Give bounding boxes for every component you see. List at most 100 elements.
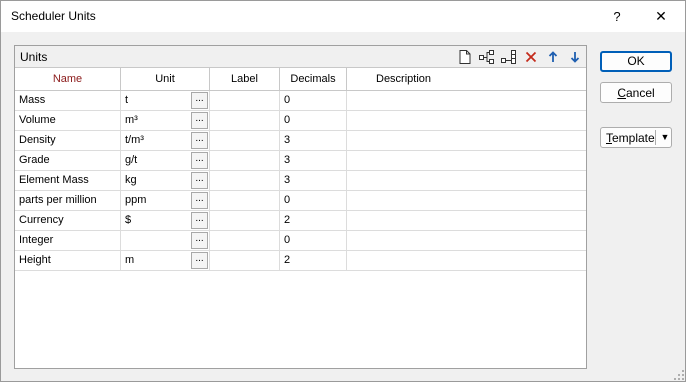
cell-description[interactable] xyxy=(347,151,586,171)
cell-decimals-text: 0 xyxy=(284,194,291,206)
table-row[interactable]: parts per million ppm 0... xyxy=(15,191,586,211)
cell-label[interactable] xyxy=(210,131,280,151)
cell-name-text: Integer xyxy=(19,234,54,246)
panel-title: Units xyxy=(20,50,48,64)
unit-browse-button[interactable]: ... xyxy=(191,192,208,209)
cell-unit-text: m³ xyxy=(125,114,138,126)
column-header-unit[interactable]: Unit xyxy=(121,68,210,91)
table-row[interactable]: Element Mass kg 3... xyxy=(15,171,586,191)
ok-button[interactable]: OK xyxy=(600,51,672,72)
table-row[interactable]: Grade g/t 3... xyxy=(15,151,586,171)
cell-description[interactable] xyxy=(347,111,586,131)
cell-description[interactable] xyxy=(347,211,586,231)
table-row[interactable]: Density t/m³ 3... xyxy=(15,131,586,151)
new-document-icon[interactable] xyxy=(456,48,474,66)
cell-decimals[interactable]: 3 xyxy=(280,171,347,191)
cell-label[interactable] xyxy=(210,111,280,131)
cell-unit-text: ppm xyxy=(125,194,147,206)
cell-decimals-text: 0 xyxy=(284,94,291,106)
table-row[interactable]: Mass t 0... xyxy=(15,91,586,111)
cell-decimals[interactable]: 0 xyxy=(280,191,347,211)
units-panel-header: Units xyxy=(15,46,586,68)
cell-decimals[interactable]: 0 xyxy=(280,91,347,111)
cell-decimals[interactable]: 2 xyxy=(280,211,347,231)
cell-name[interactable]: Element Mass xyxy=(15,171,121,191)
cell-name-text: Mass xyxy=(19,94,46,106)
unit-browse-button[interactable]: ... xyxy=(191,92,208,109)
unit-browse-button[interactable]: ... xyxy=(191,152,208,169)
cell-decimals-text: 3 xyxy=(284,174,291,186)
template-dropdown-icon[interactable]: ▼ xyxy=(659,127,671,148)
cell-decimals[interactable]: 3 xyxy=(280,151,347,171)
table-row[interactable]: Currency $2... xyxy=(15,211,586,231)
table-row[interactable]: Volume m³ 0... xyxy=(15,111,586,131)
template-split-divider xyxy=(655,130,656,145)
unit-browse-button[interactable]: ... xyxy=(191,112,208,129)
cell-name-text: parts per million xyxy=(19,194,97,206)
insert-row-icon[interactable] xyxy=(478,48,496,66)
cell-unit-text: $ xyxy=(125,214,132,226)
cell-name[interactable]: Density xyxy=(15,131,121,151)
close-button[interactable]: ✕ xyxy=(639,1,683,32)
move-down-icon[interactable] xyxy=(566,48,584,66)
cell-name-text: Grade xyxy=(19,154,50,166)
cell-description[interactable] xyxy=(347,91,586,111)
cell-name[interactable]: Volume xyxy=(15,111,121,131)
column-header-decimals[interactable]: Decimals xyxy=(280,68,347,91)
cell-unit-text: kg xyxy=(125,174,137,186)
cell-label[interactable] xyxy=(210,191,280,211)
cell-name[interactable]: Mass xyxy=(15,91,121,111)
column-header-name[interactable]: Name xyxy=(15,68,121,91)
unit-browse-button[interactable]: ... xyxy=(191,132,208,149)
cell-label[interactable] xyxy=(210,251,280,271)
column-header-label[interactable]: Label xyxy=(210,68,280,91)
cell-name-text: Volume xyxy=(19,114,56,126)
move-up-icon[interactable] xyxy=(544,48,562,66)
unit-browse-button[interactable]: ... xyxy=(191,232,208,249)
cell-decimals-text: 2 xyxy=(284,254,291,266)
cell-decimals[interactable]: 0 xyxy=(280,111,347,131)
delete-icon[interactable] xyxy=(522,48,540,66)
cell-decimals-text: 3 xyxy=(284,154,291,166)
cell-unit-text: t xyxy=(125,94,129,106)
cell-name-text: Height xyxy=(19,254,51,266)
cell-name[interactable]: Integer xyxy=(15,231,121,251)
cell-decimals-text: 3 xyxy=(284,134,291,146)
table-row[interactable]: Height m 2... xyxy=(15,251,586,271)
cell-name-text: Element Mass xyxy=(19,174,89,186)
cancel-label: ancel xyxy=(625,86,655,100)
cell-label[interactable] xyxy=(210,231,280,251)
cell-name[interactable]: parts per million xyxy=(15,191,121,211)
cell-label[interactable] xyxy=(210,151,280,171)
cancel-mnemonic: C xyxy=(617,86,626,100)
cell-label[interactable] xyxy=(210,171,280,191)
cell-label[interactable] xyxy=(210,211,280,231)
cell-decimals[interactable]: 2 xyxy=(280,251,347,271)
cell-name[interactable]: Grade xyxy=(15,151,121,171)
cell-label[interactable] xyxy=(210,91,280,111)
cell-decimals[interactable]: 3 xyxy=(280,131,347,151)
cell-name[interactable]: Height xyxy=(15,251,121,271)
cell-decimals-text: 2 xyxy=(284,214,291,226)
unit-browse-button[interactable]: ... xyxy=(191,172,208,189)
help-button[interactable]: ? xyxy=(595,1,639,32)
template-label: emplate xyxy=(612,131,655,145)
resize-grip-icon[interactable] xyxy=(673,369,685,381)
cancel-button[interactable]: Cancel xyxy=(600,82,672,103)
cell-description[interactable] xyxy=(347,251,586,271)
cell-description[interactable] xyxy=(347,131,586,151)
cell-description[interactable] xyxy=(347,171,586,191)
cell-unit-text: t/m³ xyxy=(125,134,144,146)
append-row-icon[interactable] xyxy=(500,48,518,66)
unit-browse-button[interactable]: ... xyxy=(191,252,208,269)
cell-description[interactable] xyxy=(347,231,586,251)
cell-name-text: Density xyxy=(19,134,56,146)
cell-decimals[interactable]: 0 xyxy=(280,231,347,251)
column-header-description[interactable]: Description xyxy=(347,68,586,91)
cell-description[interactable] xyxy=(347,191,586,211)
cell-unit-text: m xyxy=(125,254,135,266)
cell-name[interactable]: Currency xyxy=(15,211,121,231)
table-row[interactable]: Integer 0... xyxy=(15,231,586,251)
cell-decimals-text: 0 xyxy=(284,234,291,246)
unit-browse-button[interactable]: ... xyxy=(191,212,208,229)
